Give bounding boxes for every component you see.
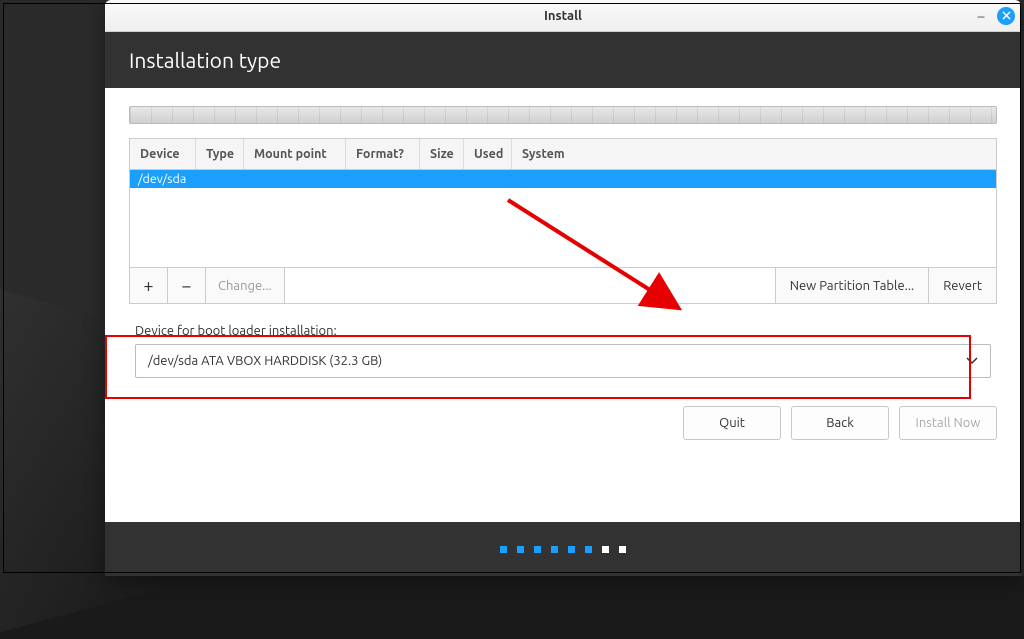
wizard-nav: Quit Back Install Now <box>129 406 997 440</box>
boot-loader-value: /dev/sda ATA VBOX HARDDISK (32.3 GB) <box>148 354 382 368</box>
col-format[interactable]: Format? <box>346 139 420 169</box>
boot-loader-label: Device for boot loader installation: <box>135 324 991 338</box>
change-partition-button[interactable]: Change... <box>206 268 285 303</box>
quit-button[interactable]: Quit <box>683 406 781 440</box>
step-dot <box>500 546 507 553</box>
table-row[interactable]: /dev/sda <box>130 170 996 188</box>
step-dot <box>585 546 592 553</box>
disk-usage-bar <box>129 106 997 124</box>
step-dot <box>568 546 575 553</box>
window-title: Install <box>105 9 1021 23</box>
content: Device Type Mount point Format? Size Use… <box>105 88 1021 522</box>
install-now-button[interactable]: Install Now <box>899 406 997 440</box>
col-device[interactable]: Device <box>130 139 196 169</box>
step-dot <box>619 546 626 553</box>
partition-table: Device Type Mount point Format? Size Use… <box>129 138 997 268</box>
minimize-button[interactable]: – <box>973 8 989 24</box>
col-system[interactable]: System <box>512 139 996 169</box>
page-title: Installation type <box>105 32 1021 88</box>
close-icon <box>1002 11 1011 20</box>
step-dot <box>551 546 558 553</box>
col-type[interactable]: Type <box>196 139 244 169</box>
step-dot <box>602 546 609 553</box>
installer-window: Install – Installation type Device Type … <box>105 0 1021 576</box>
col-size[interactable]: Size <box>420 139 464 169</box>
table-header: Device Type Mount point Format? Size Use… <box>130 139 996 170</box>
remove-partition-button[interactable]: − <box>168 268 206 303</box>
new-partition-table-button[interactable]: New Partition Table... <box>776 268 930 303</box>
revert-button[interactable]: Revert <box>929 268 996 303</box>
col-used[interactable]: Used <box>464 139 512 169</box>
boot-loader-select[interactable]: /dev/sda ATA VBOX HARDDISK (32.3 GB) <box>135 344 991 378</box>
step-dot <box>534 546 541 553</box>
chevron-down-icon <box>966 354 978 368</box>
titlebar: Install – <box>105 0 1021 32</box>
boot-loader-section: Device for boot loader installation: /de… <box>129 316 997 388</box>
add-partition-button[interactable]: + <box>130 268 168 303</box>
table-body[interactable]: /dev/sda <box>130 170 996 267</box>
back-button[interactable]: Back <box>791 406 889 440</box>
step-dot <box>517 546 524 553</box>
close-button[interactable] <box>997 7 1015 25</box>
partition-toolbar: + − Change... New Partition Table... Rev… <box>129 268 997 304</box>
col-mount-point[interactable]: Mount point <box>244 139 346 169</box>
step-indicator <box>105 522 1021 576</box>
